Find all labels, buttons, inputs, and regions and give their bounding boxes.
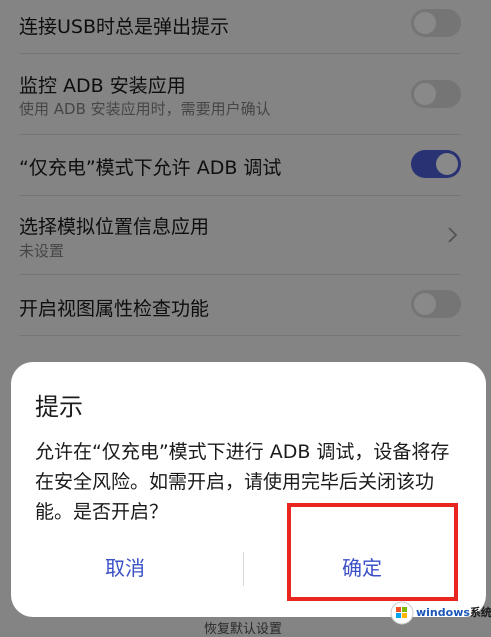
watermark-text: windows系统家园 (416, 604, 491, 620)
watermark-brand-cn: 系统家园 (469, 606, 491, 619)
button-divider (243, 552, 244, 586)
restore-default-button[interactable]: 恢复默认设置 (204, 618, 282, 637)
cancel-button[interactable]: 取消 (105, 552, 145, 581)
windows-logo-icon (390, 601, 414, 625)
confirm-highlight-box (287, 503, 458, 601)
dialog-title: 提示 (35, 393, 83, 421)
watermark-brand: windows (416, 606, 470, 619)
site-watermark: windows系统家园 (390, 598, 491, 628)
